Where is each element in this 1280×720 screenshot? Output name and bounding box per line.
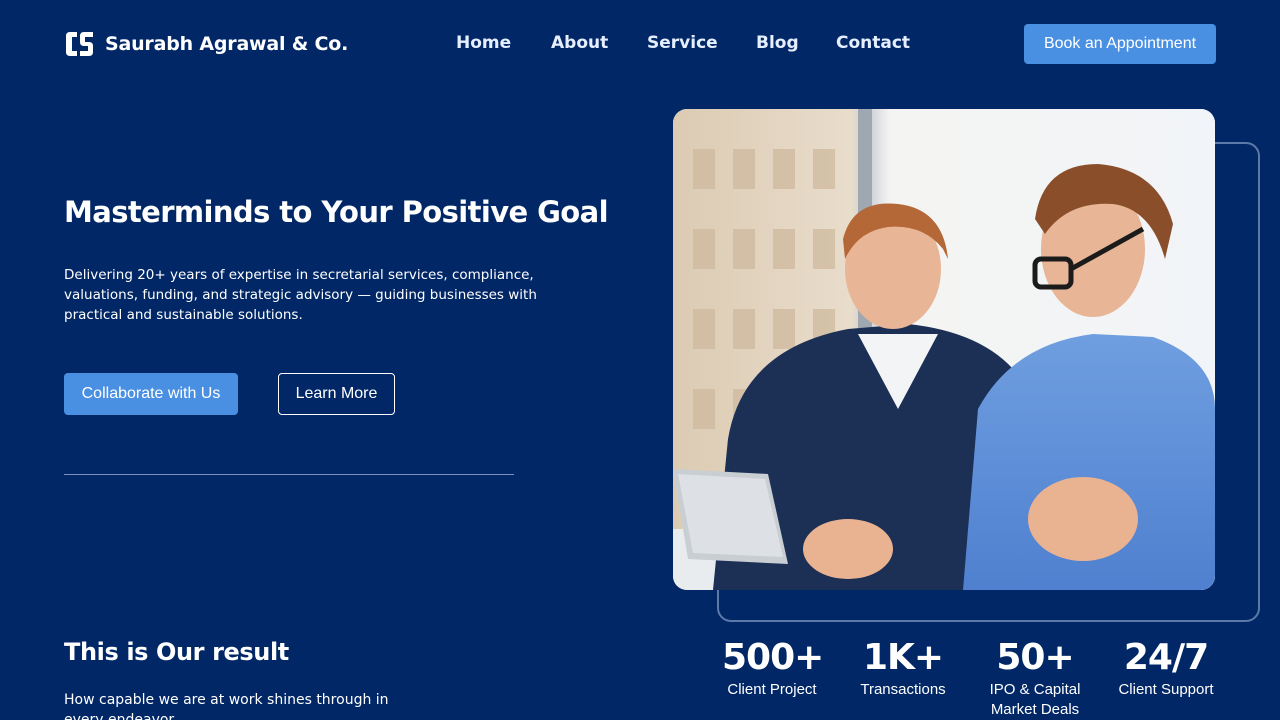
stat-label: IPO & Capital Market Deals (989, 681, 1081, 718)
hero-photo-illustration (673, 109, 1215, 590)
collaborate-button[interactable]: Collaborate with Us (64, 373, 238, 415)
nav-blog[interactable]: Blog (756, 33, 799, 53)
hero-description: Delivering 20+ years of expertise in sec… (64, 267, 537, 323)
stat-client-project: 500+ Client Project (722, 636, 824, 700)
stat-value: 24/7 (1123, 637, 1209, 678)
nav-service[interactable]: Service (647, 33, 718, 53)
nav-home[interactable]: Home (456, 33, 511, 53)
hero-title: Masterminds to Your Positive Goal (64, 195, 609, 229)
brand-name: Saurabh Agrawal & Co. (105, 33, 349, 55)
logo-mark-icon (64, 29, 95, 59)
stat-value: 500+ (722, 637, 824, 678)
nav-about[interactable]: About (551, 33, 608, 53)
stat-label: Client Support (1118, 681, 1214, 698)
nav-contact[interactable]: Contact (836, 33, 910, 53)
stat-label: Client Project (727, 681, 817, 698)
brand-logo[interactable]: Saurabh Agrawal & Co. (64, 29, 348, 59)
stat-label: Transactions (860, 681, 946, 698)
stat-value: 1K+ (862, 637, 944, 678)
learn-more-button[interactable]: Learn More (278, 373, 395, 415)
results-title: This is Our result (64, 638, 289, 666)
hero-divider (64, 474, 514, 475)
book-appointment-button[interactable]: Book an Appointment (1024, 24, 1216, 64)
stat-ipo-deals: 50+ IPO & Capital Market Deals (980, 636, 1090, 720)
stat-value: 50+ (996, 637, 1074, 678)
stat-transactions: 1K+ Transactions (853, 636, 953, 700)
stat-client-support: 24/7 Client Support (1112, 636, 1220, 700)
hero-photo (673, 109, 1215, 590)
results-description: How capable we are at work shines throug… (64, 692, 389, 720)
